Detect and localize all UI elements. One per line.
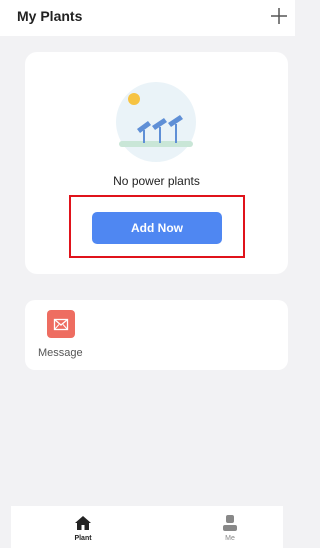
message-label: Message — [38, 347, 83, 359]
home-icon — [75, 516, 91, 530]
solar-panels-sun-illustration — [116, 82, 196, 162]
add-now-button[interactable]: Add Now — [92, 212, 222, 244]
page-title: My Plants — [17, 8, 83, 24]
add-plant-button[interactable] — [269, 6, 289, 26]
person-icon — [223, 515, 237, 531]
bottom-tab-bar: Plant Me — [11, 506, 283, 548]
plus-icon — [271, 8, 287, 24]
empty-state-text: No power plants — [113, 174, 200, 188]
tab-plant[interactable]: Plant — [53, 506, 113, 548]
envelope-icon — [47, 310, 75, 338]
message-card[interactable]: Message — [25, 300, 288, 370]
tab-me[interactable]: Me — [200, 506, 260, 548]
app-header: My Plants — [0, 0, 295, 36]
tab-plant-label: Plant — [74, 535, 92, 542]
tab-me-label: Me — [225, 535, 235, 542]
